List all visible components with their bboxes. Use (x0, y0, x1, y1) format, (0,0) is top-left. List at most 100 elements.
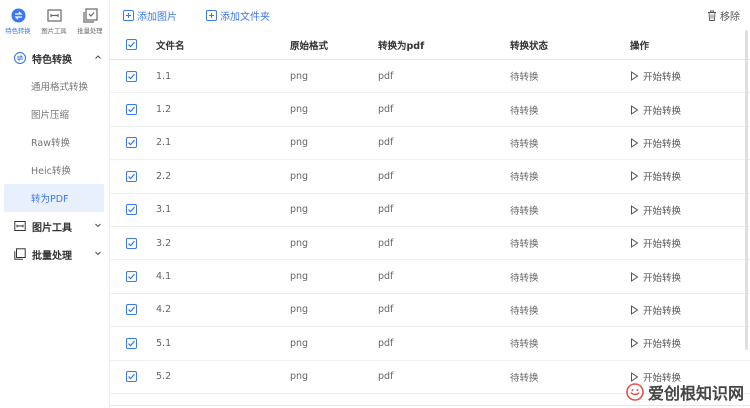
start-convert: 开始转换 (630, 336, 681, 350)
sidebar-group-batch[interactable]: 批量处理 (0, 240, 110, 268)
batch-icon (14, 248, 26, 260)
file-name: 3.1 (156, 204, 172, 216)
play-icon (630, 171, 639, 182)
checkbox (126, 104, 137, 116)
divider (110, 405, 750, 406)
sidebar-nav: 特色转换 通用格式转换 图片压缩 Raw转换 Heic转换 转为PDF 图片工具… (0, 44, 110, 268)
trash-icon (707, 10, 717, 21)
row-checkbox[interactable] (126, 93, 137, 125)
convert-status: 待转换 (510, 172, 539, 184)
top-tab-convert[interactable]: 特色转换 (0, 0, 36, 38)
checkbox (126, 170, 137, 182)
row-checkbox[interactable] (126, 260, 137, 292)
top-tab-batch[interactable]: 批量处理 (72, 0, 108, 38)
sidebar-group-convert[interactable]: 特色转换 (0, 44, 110, 72)
sidebar-item-general-convert[interactable]: 通用格式转换 (4, 72, 104, 100)
play-icon (630, 204, 639, 215)
file-name: 1.1 (156, 70, 172, 82)
file-table: 文件名 原始格式 转换为pdf 转换状态 操作 1.1 png pdf 待转换 开始转换… (110, 30, 750, 394)
plus-square-icon (206, 10, 217, 21)
table-row[interactable]: 1.2 png pdf 待转换 开始转换 (110, 93, 750, 127)
play-icon (630, 104, 639, 115)
start-convert-label: 开始转换 (643, 72, 682, 84)
checkbox (126, 271, 137, 283)
file-format: png (290, 70, 309, 82)
plus-square-icon (123, 10, 134, 21)
row-checkbox[interactable] (126, 294, 137, 326)
sidebar-item-heic[interactable]: Heic转换 (4, 156, 104, 184)
sidebar: 特色转换 图片工具 批量处理 特色转换 通用格式转换 图片压缩 Raw转换 He… (0, 0, 110, 408)
add-folder-button[interactable]: 添加文件夹 (206, 8, 270, 23)
table-row[interactable]: 5.1 png pdf 待转换 开始转换 (110, 327, 750, 361)
row-checkbox[interactable] (126, 127, 137, 159)
start-convert-label: 开始转换 (643, 172, 682, 184)
watermark: 爱创根知识网 (626, 380, 744, 404)
play-icon (630, 238, 639, 249)
start-convert: 开始转换 (630, 136, 681, 150)
table-row[interactable]: 4.1 png pdf 待转换 开始转换 (110, 260, 750, 294)
table-row[interactable]: 1.1 png pdf 待转换 开始转换 (110, 60, 750, 94)
batch-icon (82, 8, 98, 23)
row-checkbox[interactable] (126, 361, 137, 393)
start-convert-label: 开始转换 (643, 305, 682, 317)
target-format: pdf (378, 371, 394, 383)
start-convert-label: 开始转换 (643, 339, 682, 351)
start-convert-label: 开始转换 (643, 205, 682, 217)
header-to: 转换为pdf (378, 40, 425, 52)
play-icon (630, 71, 639, 82)
row-checkbox[interactable] (126, 160, 137, 192)
table-row[interactable]: 4.2 png pdf 待转换 开始转换 (110, 294, 750, 328)
chevron-up-icon (93, 52, 103, 62)
sidebar-item-raw[interactable]: Raw转换 (4, 128, 104, 156)
sidebar-item-to-pdf[interactable]: 转为PDF (4, 184, 104, 212)
start-convert-button[interactable]: 开始转换 (630, 260, 681, 292)
checkbox (126, 237, 137, 249)
start-convert-button[interactable]: 开始转换 (630, 93, 681, 125)
checkbox (126, 337, 137, 349)
main-panel: 添加图片 添加文件夹 移除 文件名 原始格式 转换为pdf 转换状态 操作 1.… (110, 0, 750, 408)
add-image-label: 添加图片 (137, 12, 177, 23)
remove-button[interactable]: 移除 (707, 8, 740, 23)
file-name: 5.2 (156, 371, 172, 383)
add-image-button[interactable]: 添加图片 (123, 8, 177, 23)
convert-status: 待转换 (510, 138, 539, 150)
table-row[interactable]: 3.1 png pdf 待转换 开始转换 (110, 194, 750, 227)
sidebar-group-image-tool[interactable]: 图片工具 (0, 212, 110, 240)
start-convert-button[interactable]: 开始转换 (630, 294, 681, 326)
row-checkbox[interactable] (126, 227, 137, 259)
sidebar-group-label: 特色转换 (32, 54, 72, 66)
start-convert-button[interactable]: 开始转换 (630, 60, 681, 92)
sidebar-item-compress[interactable]: 图片压缩 (4, 100, 104, 128)
start-convert-button[interactable]: 开始转换 (630, 227, 681, 259)
table-row[interactable]: 2.1 png pdf 待转换 开始转换 (110, 127, 750, 161)
start-convert-button[interactable]: 开始转换 (630, 194, 681, 226)
table-row[interactable]: 2.2 png pdf 待转换 开始转换 (110, 160, 750, 194)
convert-status: 待转换 (510, 205, 539, 217)
play-icon (630, 338, 639, 349)
convert-status: 待转换 (510, 305, 539, 317)
vertical-scrollbar[interactable] (745, 30, 748, 350)
select-all-checkbox[interactable] (126, 30, 137, 59)
convert-status: 待转换 (510, 372, 539, 384)
file-format: png (290, 337, 309, 349)
play-icon (630, 271, 639, 282)
remove-label: 移除 (720, 12, 740, 23)
play-icon (630, 138, 639, 148)
target-format: pdf (378, 137, 394, 149)
target-format: pdf (378, 70, 394, 82)
table-row[interactable]: 3.2 png pdf 待转换 开始转换 (110, 227, 750, 261)
start-convert-button[interactable]: 开始转换 (630, 327, 681, 359)
convert-status: 待转换 (510, 239, 539, 251)
row-checkbox[interactable] (126, 60, 137, 92)
start-convert-button[interactable]: 开始转换 (630, 160, 681, 192)
row-checkbox[interactable] (126, 194, 137, 226)
table-header-row: 文件名 原始格式 转换为pdf 转换状态 操作 (110, 30, 750, 60)
target-format: pdf (378, 204, 394, 216)
play-icon (630, 304, 639, 315)
file-name: 2.2 (156, 170, 172, 182)
start-convert-button[interactable]: 开始转换 (630, 127, 681, 159)
top-tab-image-tool[interactable]: 图片工具 (36, 0, 72, 38)
file-name: 2.1 (156, 137, 172, 149)
checkbox (126, 304, 137, 316)
row-checkbox[interactable] (126, 327, 137, 359)
